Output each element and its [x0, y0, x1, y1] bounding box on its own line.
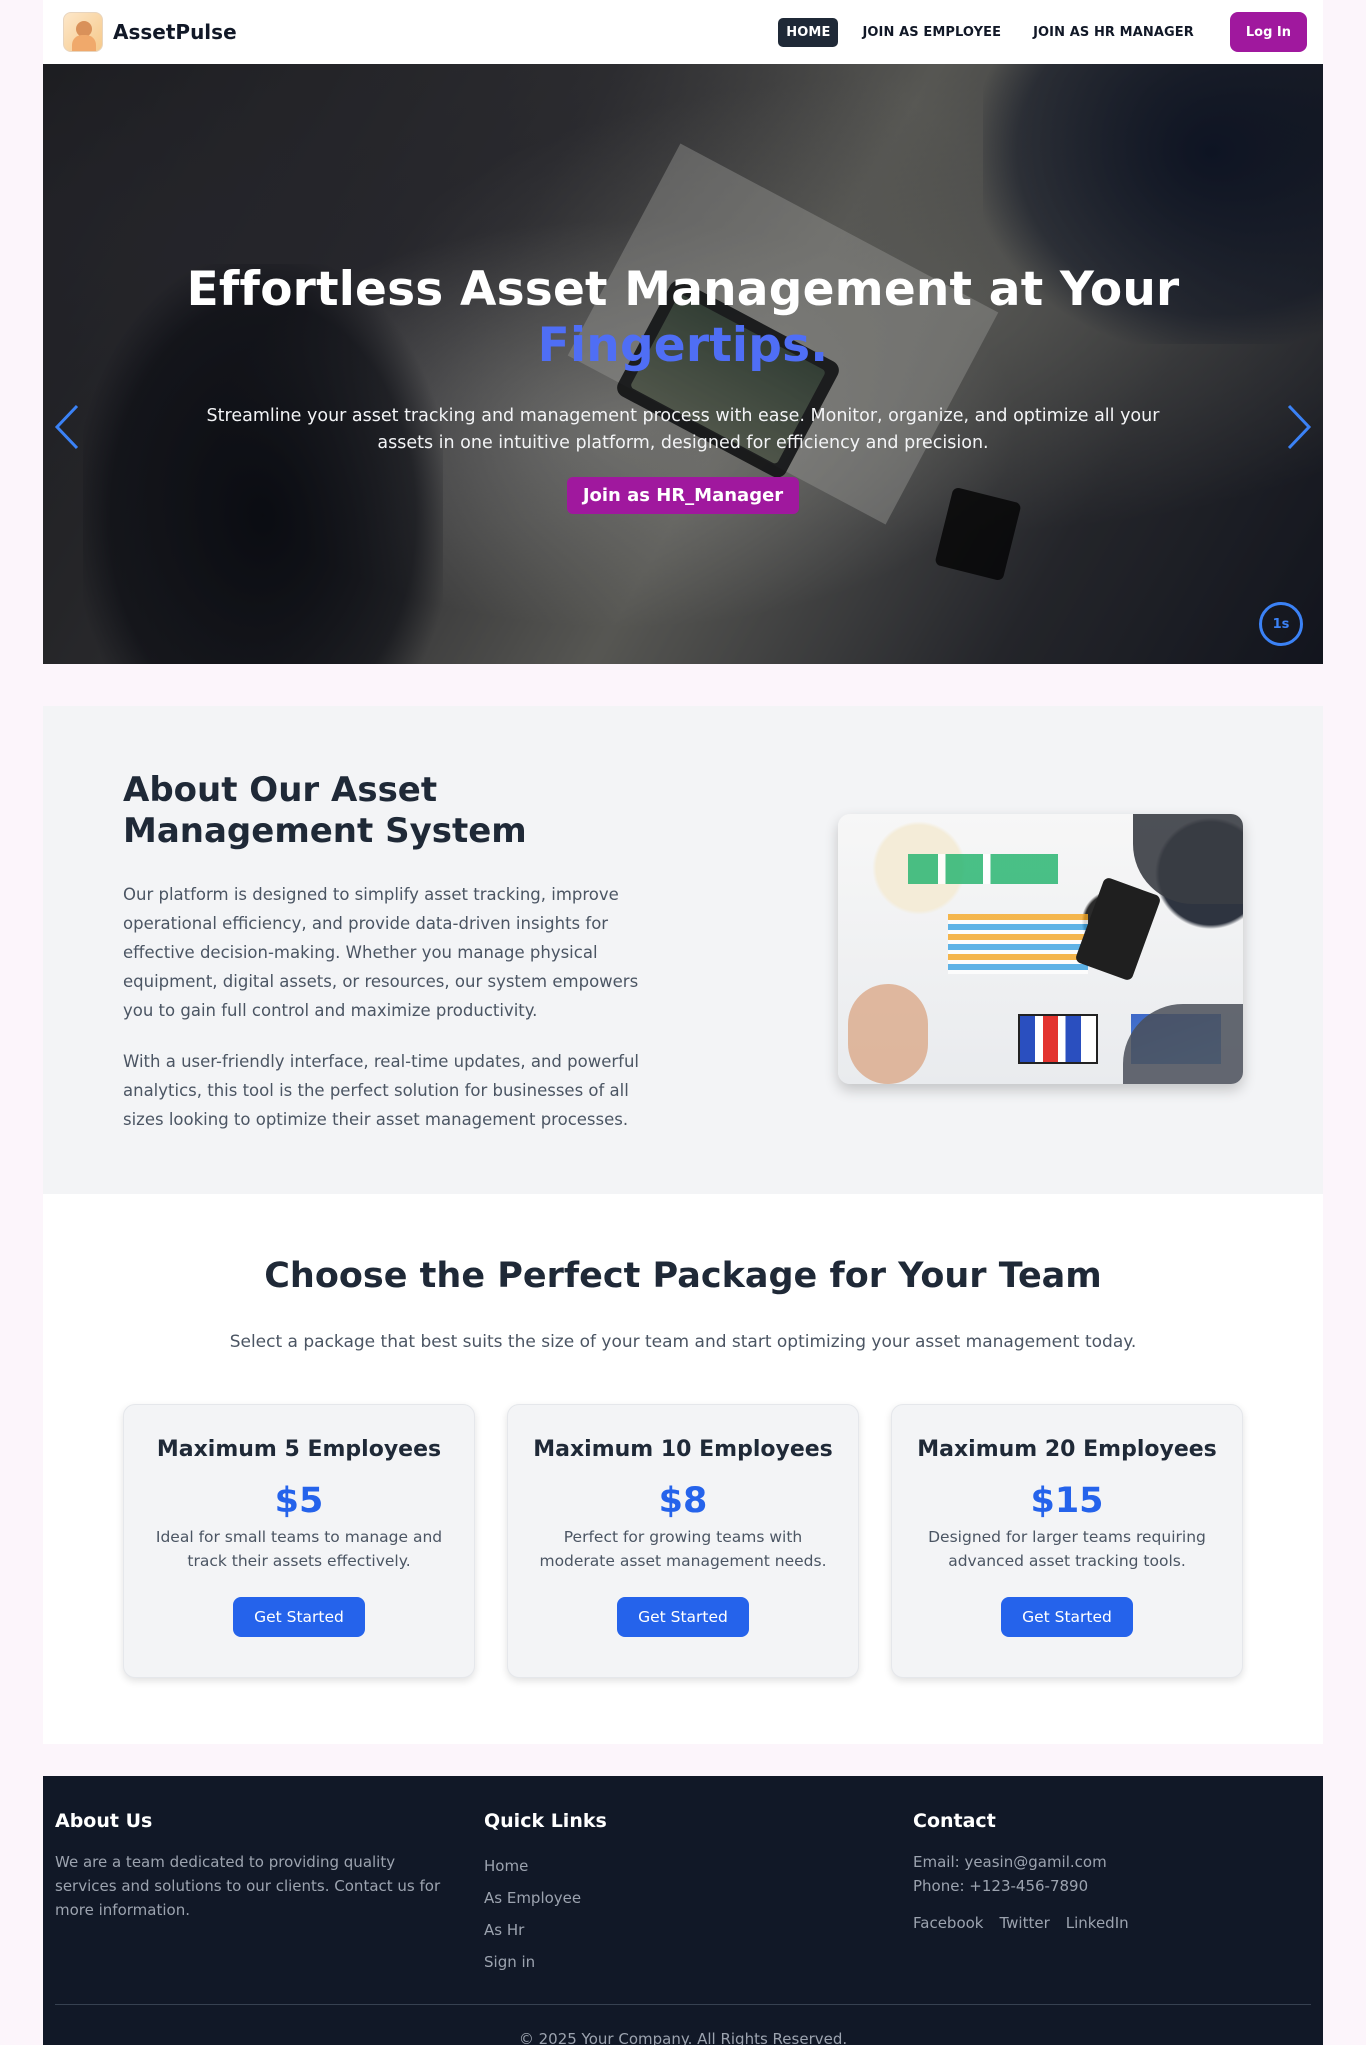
footer-email: Email: yeasin@gamil.com: [913, 1853, 1107, 1871]
get-started-button[interactable]: Get Started: [1001, 1596, 1133, 1637]
footer-divider: [55, 2004, 1311, 2005]
get-started-button[interactable]: Get Started: [617, 1596, 749, 1637]
package-title: Maximum 20 Employees: [917, 1437, 1217, 1462]
brand[interactable]: AssetPulse: [63, 12, 237, 52]
social-twitter-link[interactable]: Twitter: [999, 1914, 1049, 1932]
footer-copyright: © 2025 Your Company. All Rights Reserved…: [518, 2030, 848, 2045]
about-section: About Our Asset Management System Our pl…: [43, 706, 1323, 1194]
hero-title: Effortless Asset Management at Your Fing…: [43, 262, 1323, 375]
about-paragraph-1: Our platform is designed to simplify ass…: [123, 884, 639, 1020]
navbar: AssetPulse HOME JOIN AS EMPLOYEE JOIN AS…: [43, 0, 1323, 64]
packages-subtitle: Select a package that best suits the siz…: [229, 1332, 1137, 1352]
footer-quick-links: Quick Links Home As Employee As Hr Sign …: [484, 1810, 784, 1978]
package-description: Ideal for small teams to manage and trac…: [155, 1527, 443, 1570]
hero-content: Effortless Asset Management at Your Fing…: [43, 262, 1323, 515]
packages-title: Choose the Perfect Package for Your Team: [264, 1256, 1102, 1296]
packages-section: Choose the Perfect Package for Your Team…: [43, 1194, 1323, 1744]
brand-name: AssetPulse: [113, 20, 237, 44]
package-description: Designed for larger teams requiring adva…: [928, 1527, 1206, 1570]
package-card: Maximum 20 Employees $15 Designed for la…: [891, 1404, 1243, 1678]
main-nav: HOME JOIN AS EMPLOYEE JOIN AS HR MANAGER…: [778, 12, 1307, 52]
footer-about-title: About Us: [55, 1810, 153, 1832]
package-card: Maximum 5 Employees $5 Ideal for small t…: [123, 1404, 475, 1678]
package-price: $5: [274, 1481, 324, 1521]
hero-carousel: Effortless Asset Management at Your Fing…: [43, 64, 1323, 664]
about-paragraph-2: With a user-friendly interface, real-tim…: [123, 1051, 639, 1129]
package-price: $15: [1030, 1481, 1104, 1521]
page: AssetPulse HOME JOIN AS EMPLOYEE JOIN AS…: [43, 0, 1323, 2045]
login-button[interactable]: Log In: [1229, 12, 1307, 52]
join-hr-manager-button[interactable]: Join as HR_Manager: [566, 477, 800, 515]
footer-contact-info: Email: yeasin@gamil.com Phone: +123-456-…: [913, 1850, 1213, 1898]
footer-phone: Phone: +123-456-7890: [913, 1877, 1089, 1895]
carousel-next-arrow-icon[interactable]: [1283, 404, 1313, 450]
package-description: Perfect for growing teams with moderate …: [539, 1527, 827, 1570]
brand-logo-icon: [63, 12, 103, 52]
about-text: About Our Asset Management System Our pl…: [123, 770, 668, 1134]
about-title: About Our Asset Management System: [123, 770, 527, 851]
package-title: Maximum 10 Employees: [533, 1437, 833, 1462]
nav-join-employee-link[interactable]: JOIN AS EMPLOYEE: [854, 18, 1009, 47]
get-started-button[interactable]: Get Started: [233, 1596, 365, 1637]
carousel-prev-arrow-icon[interactable]: [53, 404, 83, 450]
footer-contact-title: Contact: [913, 1810, 996, 1832]
nav-home-link[interactable]: HOME: [778, 17, 839, 47]
hero-title-main: Effortless Asset Management at Your: [186, 262, 1180, 317]
hero-title-accent: Fingertips.: [537, 318, 829, 374]
footer-link-as-hr[interactable]: As Hr: [484, 1914, 784, 1946]
footer-link-as-employee[interactable]: As Employee: [484, 1882, 784, 1914]
footer-social-links: Facebook Twitter LinkedIn: [913, 1914, 1213, 1932]
nav-join-hr-manager-link[interactable]: JOIN AS HR MANAGER: [1025, 18, 1202, 47]
social-facebook-link[interactable]: Facebook: [913, 1914, 983, 1932]
footer-links-list: Home As Employee As Hr Sign in: [484, 1850, 784, 1978]
package-cards: Maximum 5 Employees $5 Ideal for small t…: [123, 1404, 1243, 1678]
footer-link-sign-in[interactable]: Sign in: [484, 1946, 784, 1978]
footer-contact: Contact Email: yeasin@gamil.com Phone: +…: [913, 1810, 1213, 1932]
hero-subtitle: Streamline your asset tracking and manag…: [206, 405, 1160, 453]
footer-links-title: Quick Links: [484, 1810, 607, 1832]
about-image: [838, 814, 1243, 1084]
autoplay-timer: 1s: [1259, 602, 1303, 646]
package-card: Maximum 10 Employees $8 Perfect for grow…: [507, 1404, 859, 1678]
social-linkedin-link[interactable]: LinkedIn: [1066, 1914, 1129, 1932]
footer: About Us We are a team dedicated to prov…: [43, 1776, 1323, 2045]
footer-link-home[interactable]: Home: [484, 1850, 784, 1882]
footer-about: About Us We are a team dedicated to prov…: [55, 1810, 455, 1922]
package-price: $8: [658, 1481, 708, 1521]
package-title: Maximum 5 Employees: [156, 1437, 442, 1462]
footer-about-text: We are a team dedicated to providing qua…: [55, 1853, 441, 1919]
